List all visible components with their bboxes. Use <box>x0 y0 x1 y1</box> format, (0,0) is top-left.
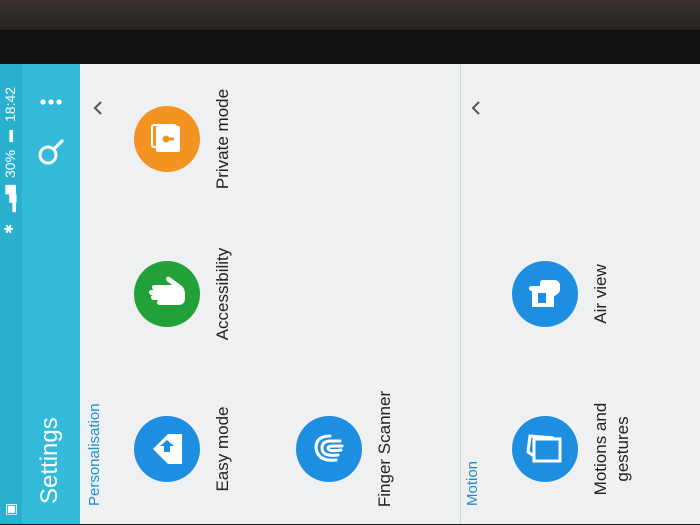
tile-label: Finger Scanner <box>375 390 394 508</box>
phone-screen: ▣ ✱ ▂▄▆ 30% ▬ 18:42 Settings Personalisa… <box>0 64 700 524</box>
section-divider <box>460 64 461 524</box>
more-vert-icon <box>40 99 62 105</box>
collapse-personalisation-button[interactable] <box>86 96 110 120</box>
notification-icon: ▣ <box>2 502 18 516</box>
hand-icon <box>134 261 200 327</box>
tile-label: Motions and gestures <box>591 402 632 496</box>
tile-air-view[interactable]: Air view <box>512 219 662 369</box>
settings-grid: Personalisation Easy mode Accessibility <box>80 64 700 524</box>
chevron-up-icon <box>471 101 480 115</box>
page-title: Settings <box>36 417 63 504</box>
tile-private-mode[interactable]: Private mode <box>134 64 284 214</box>
chevron-up-icon <box>93 101 102 115</box>
battery-level: 30% <box>2 149 18 178</box>
section-title-personalisation: Personalisation <box>86 403 103 506</box>
air-view-icon <box>512 261 578 327</box>
action-bar: Settings <box>22 64 80 524</box>
tile-accessibility[interactable]: Accessibility <box>134 219 284 369</box>
bluetooth-icon: ✱ <box>2 223 16 234</box>
tile-label: Easy mode <box>213 406 232 492</box>
search-icon <box>38 139 64 165</box>
signal-icon: ▂▄▆ <box>2 185 16 212</box>
more-options-button[interactable] <box>35 88 67 116</box>
collapse-motion-button[interactable] <box>464 96 488 120</box>
tile-label: Accessibility <box>213 247 232 341</box>
tile-label: Air view <box>591 264 610 324</box>
tile-label: Private mode <box>213 88 232 190</box>
section-title-motion: Motion <box>464 460 481 506</box>
easy-mode-icon <box>134 416 200 482</box>
battery-icon: ▬ <box>2 130 16 142</box>
fingerprint-icon <box>296 416 362 482</box>
clock: 18:42 <box>2 86 18 122</box>
lock-folder-icon <box>134 106 200 172</box>
search-button[interactable] <box>35 136 67 168</box>
tile-motions-and-gestures[interactable]: Motions and gestures <box>512 374 662 524</box>
status-bar: ▣ ✱ ▂▄▆ 30% ▬ 18:42 <box>0 64 22 524</box>
tile-finger-scanner[interactable]: Finger Scanner <box>296 374 446 524</box>
motion-icon <box>512 416 578 482</box>
tile-easy-mode[interactable]: Easy mode <box>134 374 284 524</box>
